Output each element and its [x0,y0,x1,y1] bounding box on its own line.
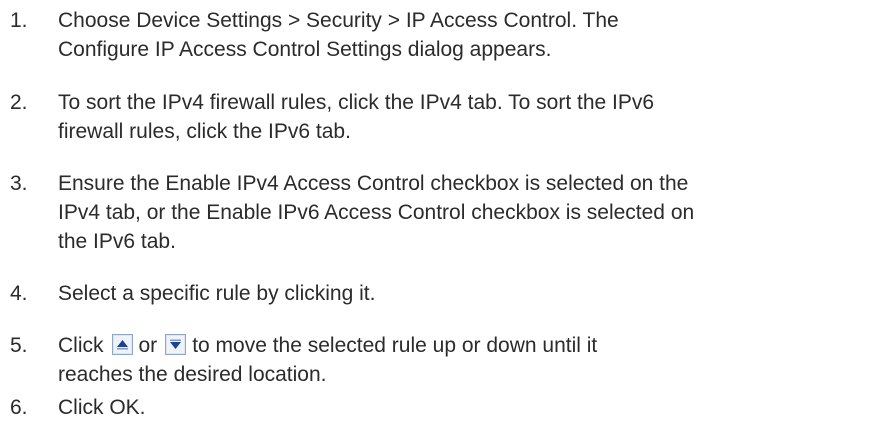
step-line: Choose Device Settings > Security > IP A… [58,9,619,32]
step-number: 3. [10,172,28,195]
step-text-part: or [138,334,158,357]
move-up-icon [111,334,133,355]
step-line: IPv4 tab, or the Enable IPv6 Access Cont… [58,201,695,224]
step-text: To sort the IPv4 firewall rules, click t… [58,88,858,146]
move-down-icon [165,334,187,355]
step-text: Select a specific rule by clicking it. [58,279,858,308]
step-text: Choose Device Settings > Security > IP A… [58,6,858,64]
step-line: firewall rules, click the IPv6 tab. [58,120,351,143]
step-line: Ensure the Enable IPv4 Access Control ch… [58,172,689,195]
step-number: 5. [10,334,28,357]
step-number: 6. [10,396,28,419]
step-text-part: Click [58,334,104,357]
step-text: Click or to move the selected rule up or d… [58,331,858,389]
step-text-part: to move the selected rule up or down unt… [192,334,598,357]
step-number: 1. [10,9,28,32]
step-line: Click or to move the selected rule up or d… [58,331,858,360]
step-text: Click OK. [58,393,858,422]
step-line: reaches the desired location. [58,363,327,386]
step-line: Configure IP Access Control Settings dia… [58,38,552,61]
step-line: Click OK. [58,396,146,419]
step-number: 2. [10,91,28,114]
instruction-steps: 1. Choose Device Settings > Security > I… [0,0,869,432]
step-line: the IPv6 tab. [58,230,176,253]
step-line: Select a specific rule by clicking it. [58,282,376,305]
step-line: To sort the IPv4 firewall rules, click t… [58,91,655,114]
step-text: Ensure the Enable IPv4 Access Control ch… [58,169,858,256]
step-number: 4. [10,282,28,305]
